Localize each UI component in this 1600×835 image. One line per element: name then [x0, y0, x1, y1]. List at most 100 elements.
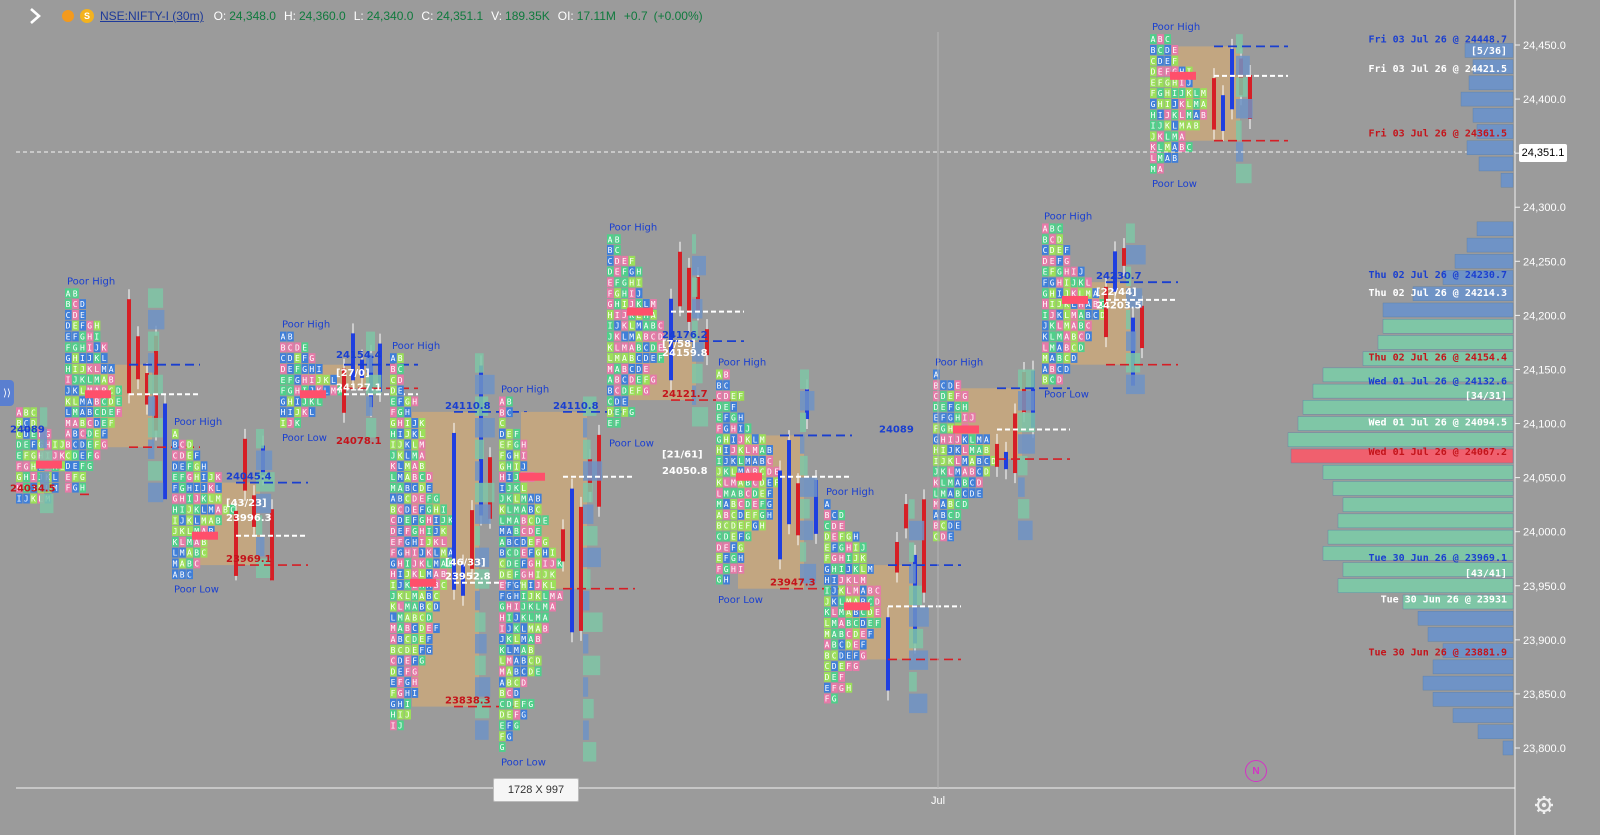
tpo-letter: G: [962, 392, 967, 401]
tpo-letter: B: [1194, 122, 1199, 131]
poor-low-label: Poor Low: [609, 438, 654, 449]
tpo-letter: C: [717, 532, 722, 541]
news-badge[interactable]: N: [1245, 760, 1267, 782]
tpo-letter: E: [80, 311, 85, 320]
tpo-letter: C: [173, 452, 178, 461]
tpo-letter: H: [24, 473, 29, 482]
tpo-letter: J: [1043, 322, 1048, 331]
tpo-letter: F: [419, 505, 424, 514]
session-volume-bar: [1236, 55, 1250, 76]
tpo-letter: J: [391, 451, 396, 460]
tpo-letter: C: [398, 505, 403, 514]
volume-profile-bar: [1466, 237, 1514, 253]
tpo-letter: C: [391, 376, 396, 385]
session-price-label: 24034.5: [10, 483, 56, 494]
tpo-letter: M: [839, 608, 844, 617]
drawing-tools-toggle[interactable]: ⟩⟩: [0, 380, 14, 406]
tpo-letter: I: [521, 452, 526, 461]
tpo-letter: I: [391, 721, 396, 730]
tpo-letter: E: [302, 343, 307, 352]
tpo-letter: A: [419, 451, 424, 460]
tpo-letter: G: [514, 722, 519, 731]
tpo-letter: G: [66, 354, 71, 363]
candle-body: [561, 529, 565, 562]
tpo-letter: L: [861, 565, 866, 574]
chart-app[interactable]: ABCBCDCDEFGDEFGHIJEFGHIJKLFGHIJKLMAGHIJK…: [0, 0, 1600, 835]
tpo-letter: I: [1172, 89, 1177, 98]
tpo-letter: E: [507, 711, 512, 720]
tpo-letter: D: [507, 700, 512, 709]
tpo-letter: J: [180, 516, 185, 525]
session-volume-bar: [800, 455, 808, 476]
poc-marker: [519, 472, 545, 481]
tpo-letter: L: [948, 468, 953, 477]
tpo-letter: F: [636, 386, 641, 395]
price-tick-label: 24,450.0: [1523, 40, 1566, 52]
tpo-letter: L: [839, 597, 844, 606]
tpo-letter: C: [1151, 57, 1156, 66]
tpo-letter: J: [209, 473, 214, 482]
tpo-letter: J: [1071, 278, 1076, 287]
tpo-letter: D: [839, 651, 844, 660]
tpo-letter: B: [984, 446, 989, 455]
level-label: Tue 30 Jun 26 @ 23969.1: [1369, 553, 1507, 564]
tpo-letter: B: [194, 549, 199, 558]
tpo-letter: K: [853, 565, 858, 574]
tpo-letter: K: [412, 570, 417, 579]
tpo-letter: C: [984, 457, 989, 466]
tpo-letter: K: [302, 408, 307, 417]
tpo-letter: J: [543, 570, 548, 579]
low-value: 24,340.0: [366, 9, 414, 23]
tpo-letter: A: [391, 354, 396, 363]
session-volume-bar: [475, 655, 486, 676]
tpo-letter: J: [80, 365, 85, 374]
tpo-letter: B: [180, 570, 185, 579]
tpo-letter: I: [514, 603, 519, 612]
tpo-letter: F: [434, 624, 439, 633]
tpo-letter: J: [521, 462, 526, 471]
tpo-letter: I: [1057, 289, 1062, 298]
expand-toolbar-button[interactable]: [24, 5, 46, 27]
tpo-letter: D: [500, 711, 505, 720]
tpo-letter: D: [295, 343, 300, 352]
chart-settings-button[interactable]: [1534, 795, 1554, 815]
tpo-letter: E: [536, 668, 541, 677]
tpo-letter: F: [281, 387, 286, 396]
tpo-letter: J: [608, 332, 613, 341]
tpo-letter: F: [102, 430, 107, 439]
session-volume-bar: [1126, 331, 1137, 351]
tpo-letter: M: [391, 484, 396, 493]
tpo-letter: F: [500, 592, 505, 601]
tpo-letter: E: [398, 667, 403, 676]
tpo-letter: B: [94, 397, 99, 406]
tpo-letter: C: [1165, 35, 1170, 44]
session-volume-bar: [148, 353, 155, 373]
tpo-chart-canvas[interactable]: ABCBCDCDEFGDEFGHIJEFGHIJKLFGHIJKLMAGHIJK…: [0, 0, 1600, 835]
tpo-letter: G: [839, 684, 844, 693]
tpo-letter: M: [1187, 111, 1192, 120]
tpo-letter: C: [405, 635, 410, 644]
tpo-letter: A: [608, 235, 613, 244]
tpo-letter: K: [536, 592, 541, 601]
tpo-letter: H: [636, 268, 641, 277]
tpo-letter: B: [391, 505, 396, 514]
tpo-letter: B: [1079, 322, 1084, 331]
symbol-selector[interactable]: NSE:NIFTY-I (30m): [100, 9, 204, 23]
tpo-letter: J: [1050, 311, 1055, 320]
tpo-letter: G: [398, 689, 403, 698]
tpo-letter: L: [66, 408, 71, 417]
tpo-letter: D: [651, 343, 656, 352]
tpo-letter: H: [825, 576, 830, 585]
tpo-letter: H: [194, 473, 199, 482]
tpo-letter: F: [87, 451, 92, 460]
tpo-letter: G: [753, 522, 758, 531]
tpo-letter: I: [507, 473, 512, 482]
tpo-letter: F: [391, 689, 396, 698]
tpo-letter: C: [521, 668, 526, 677]
tpo-letter: B: [500, 549, 505, 558]
tpo-letter: D: [507, 560, 512, 569]
tpo-letter: A: [66, 430, 71, 439]
tpo-letter: B: [970, 468, 975, 477]
tpo-letter: G: [80, 473, 85, 482]
tpo-letter: J: [24, 495, 29, 504]
